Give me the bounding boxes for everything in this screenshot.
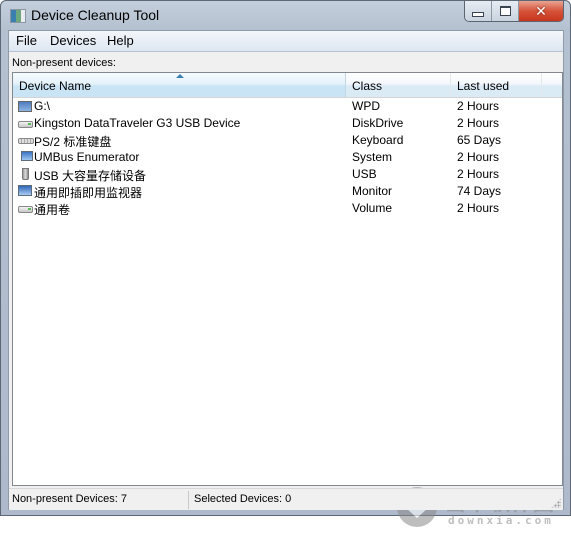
column-label: Last used	[457, 79, 510, 93]
close-icon: ✕	[535, 2, 547, 19]
maximize-button[interactable]	[492, 1, 519, 21]
window-title: Device Cleanup Tool	[31, 7, 160, 23]
column-header-device-name[interactable]: Device Name	[13, 73, 346, 97]
device-last-used: 74 Days	[457, 184, 502, 198]
resize-grip-icon[interactable]	[551, 498, 561, 508]
status-divider	[188, 491, 189, 509]
device-last-used: 2 Hours	[457, 116, 500, 130]
device-name: USB 大容量存储设备	[34, 169, 147, 183]
status-selected-count: Selected Devices: 0	[194, 493, 292, 505]
column-header-filler	[542, 73, 562, 97]
list-header: Device Name Class Last used	[13, 73, 562, 98]
disk-drive-icon	[18, 121, 33, 128]
list-row[interactable]: Kingston DataTraveler G3 USB Device Disk…	[13, 115, 562, 132]
client-area: File Devices Help Non-present devices: D…	[8, 30, 564, 527]
device-list[interactable]: Device Name Class Last used G:\ WPD 2 Ho…	[12, 72, 563, 486]
status-non-present-count: Non-present Devices: 7	[12, 493, 127, 505]
device-class: Monitor	[352, 184, 393, 198]
list-row[interactable]: UMBus Enumerator System 2 Hours	[13, 149, 562, 166]
device-name: PS/2 标准键盘	[34, 135, 112, 149]
menu-devices[interactable]: Devices	[50, 33, 96, 48]
minimize-button[interactable]	[465, 1, 492, 21]
system-icon	[21, 151, 33, 161]
menu-file[interactable]: File	[16, 33, 37, 48]
device-last-used: 2 Hours	[457, 99, 500, 113]
device-class: Keyboard	[352, 133, 404, 147]
device-name: 通用卷	[34, 203, 71, 217]
title-bar[interactable]: Device Cleanup Tool ✕	[1, 1, 570, 29]
maximize-icon	[499, 6, 511, 16]
list-rows: G:\ WPD 2 Hours Kingston DataTraveler G3…	[13, 98, 562, 217]
device-last-used: 2 Hours	[457, 150, 500, 164]
app-icon	[10, 9, 26, 23]
device-name: 通用即插即用监视器	[34, 186, 143, 200]
column-label: Class	[352, 79, 383, 93]
app-window: Device Cleanup Tool ✕ File Devices Help …	[0, 0, 571, 527]
device-name: UMBus Enumerator	[34, 150, 140, 164]
monitor-icon	[18, 185, 32, 196]
list-row[interactable]: USB 大容量存储设备 USB 2 Hours	[13, 166, 562, 183]
sort-ascending-icon	[176, 74, 184, 78]
volume-icon	[18, 206, 33, 213]
usb-icon	[22, 168, 29, 180]
keyboard-icon	[18, 138, 34, 144]
list-row[interactable]: PS/2 标准键盘 Keyboard 65 Days	[13, 132, 562, 149]
device-class: USB	[352, 167, 377, 181]
list-row[interactable]: 通用卷 Volume 2 Hours	[13, 200, 562, 217]
list-row[interactable]: 通用即插即用监视器 Monitor 74 Days	[13, 183, 562, 200]
column-header-last-used[interactable]: Last used	[451, 73, 542, 97]
caption-buttons: ✕	[464, 1, 564, 22]
minimize-icon	[472, 11, 484, 17]
device-class: Volume	[352, 201, 393, 215]
wpd-icon	[18, 101, 32, 112]
device-last-used: 2 Hours	[457, 167, 500, 181]
device-last-used: 2 Hours	[457, 201, 500, 215]
device-class: DiskDrive	[352, 116, 404, 130]
list-row[interactable]: G:\ WPD 2 Hours	[13, 98, 562, 115]
section-label: Non-present devices:	[12, 57, 116, 69]
device-class: WPD	[352, 99, 380, 113]
device-last-used: 65 Days	[457, 133, 502, 147]
menu-help[interactable]: Help	[107, 33, 134, 48]
column-header-class[interactable]: Class	[346, 73, 451, 97]
device-class: System	[352, 150, 393, 164]
device-name: G:\	[34, 99, 51, 113]
close-button[interactable]: ✕	[519, 1, 563, 21]
menu-bar: File Devices Help	[9, 31, 563, 52]
device-name: Kingston DataTraveler G3 USB Device	[34, 116, 241, 130]
column-label: Device Name	[19, 79, 92, 93]
status-bar: Non-present Devices: 7 Selected Devices:…	[9, 488, 563, 510]
